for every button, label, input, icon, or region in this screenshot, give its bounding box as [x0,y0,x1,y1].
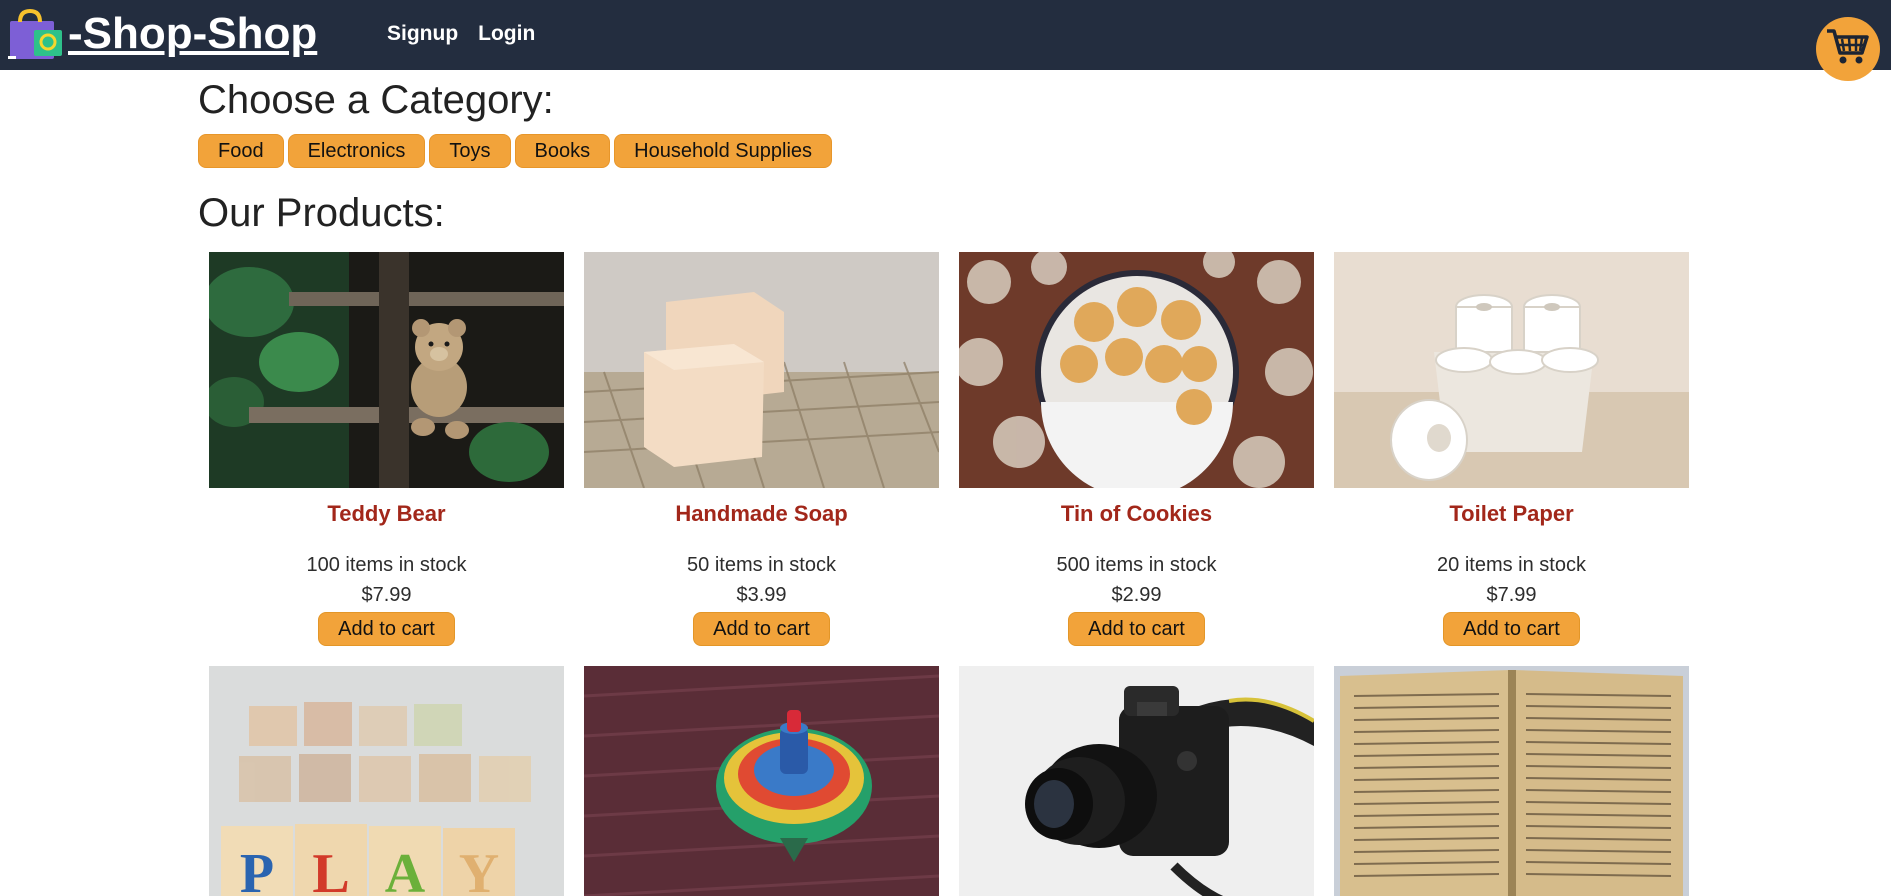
category-toys-button[interactable]: Toys [429,134,511,168]
teddy-bear-photo[interactable] [209,252,564,488]
product-card: Handmade Soap 50 items in stock $3.99 Ad… [584,252,939,646]
add-to-cart-button[interactable]: Add to cart [693,612,830,646]
product-stock: 50 items in stock [687,554,836,576]
spinning-top-photo[interactable] [584,666,939,896]
category-household-button[interactable]: Household Supplies [614,134,833,168]
nav-signup-link[interactable]: Signup [387,22,458,46]
add-to-cart-button[interactable]: Add to cart [1068,612,1205,646]
product-price: $7.99 [361,584,412,606]
category-electronics-button[interactable]: Electronics [287,134,426,168]
product-stock: 100 items in stock [306,554,467,576]
product-price: $2.99 [1111,584,1162,606]
product-name-link[interactable]: Toilet Paper [1449,500,1573,528]
brand-title[interactable]: -Shop-Shop [68,8,317,60]
product-price: $7.99 [1486,584,1537,606]
product-card [584,666,939,896]
product-name-link[interactable]: Teddy Bear [327,500,445,528]
product-card: P L A Y [209,666,564,896]
svg-text:L: L [312,843,349,896]
product-grid: Teddy Bear 100 items in stock $7.99 Add … [209,252,1691,896]
category-food-button[interactable]: Food [198,134,284,168]
product-name-link[interactable]: Handmade Soap [675,500,847,528]
nav-login-link[interactable]: Login [478,22,535,46]
camera-photo[interactable] [959,666,1314,896]
shopping-cart-icon [1825,27,1871,72]
category-list: Food Electronics Toys Books Household Su… [198,134,1698,168]
product-card: Teddy Bear 100 items in stock $7.99 Add … [209,252,564,646]
svg-text:Y: Y [459,843,499,896]
book-photo[interactable] [1334,666,1689,896]
category-heading: Choose a Category: [198,78,554,122]
product-card: Tin of Cookies 500 items in stock $2.99 … [959,252,1314,646]
shopping-bag-icon [8,8,66,60]
product-stock: 20 items in stock [1437,554,1586,576]
soap-photo[interactable] [584,252,939,488]
alphabet-blocks-photo[interactable]: P L A Y [209,666,564,896]
product-card [959,666,1314,896]
product-name-link[interactable]: Tin of Cookies [1061,500,1212,528]
product-price: $3.99 [736,584,787,606]
brand-home-link[interactable]: -Shop-Shop [8,8,317,60]
product-stock: 500 items in stock [1056,554,1217,576]
product-card: Toilet Paper 20 items in stock $7.99 Add… [1334,252,1689,646]
svg-text:P: P [240,843,274,896]
cookies-photo[interactable] [959,252,1314,488]
cart-button[interactable] [1816,17,1880,81]
svg-text:A: A [385,843,426,896]
toilet-paper-photo[interactable] [1334,252,1689,488]
product-card [1334,666,1689,896]
category-books-button[interactable]: Books [514,134,611,168]
add-to-cart-button[interactable]: Add to cart [318,612,455,646]
add-to-cart-button[interactable]: Add to cart [1443,612,1580,646]
nav-links: Signup Login [387,22,535,46]
products-heading: Our Products: [198,191,445,235]
main-content: Choose a Category: Food Electronics Toys… [198,76,1698,237]
top-nav-bar: -Shop-Shop Signup Login [0,0,1891,70]
